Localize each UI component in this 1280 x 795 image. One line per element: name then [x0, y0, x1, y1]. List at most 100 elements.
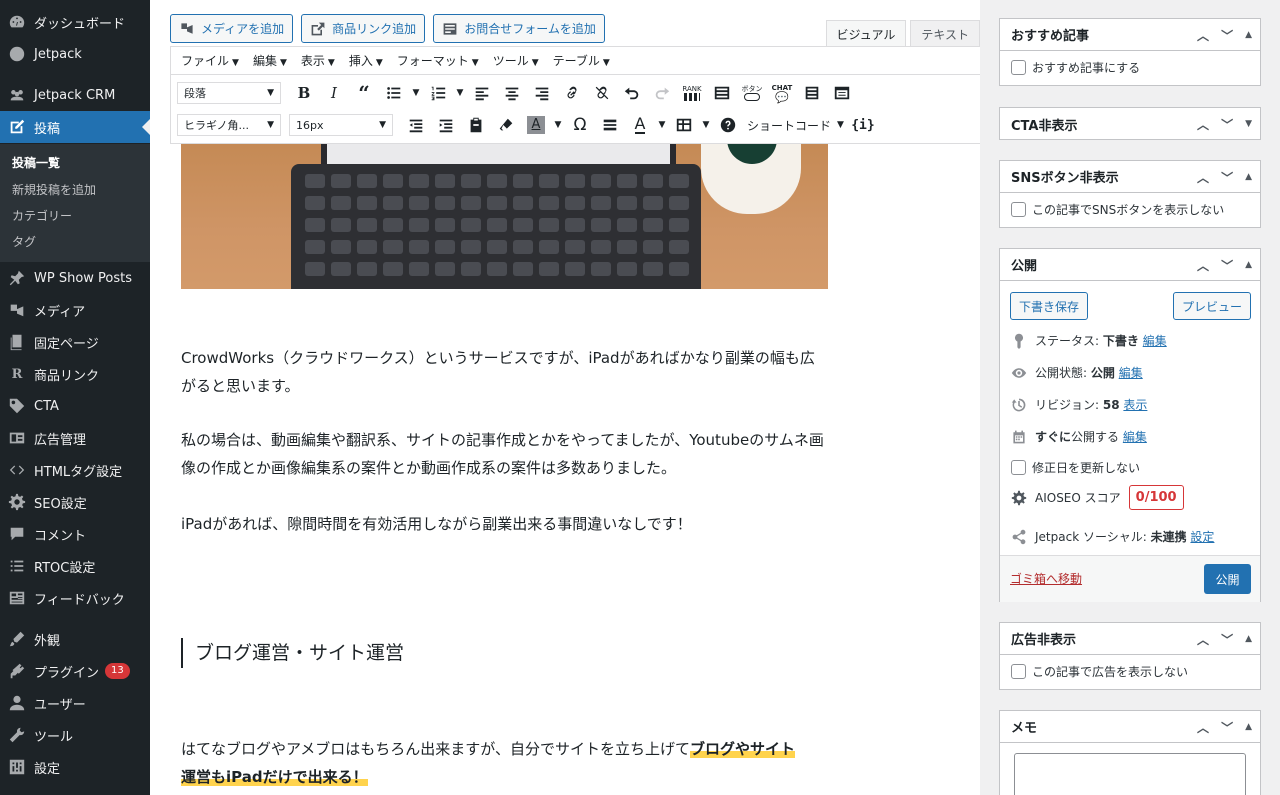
checkbox[interactable] [1011, 202, 1026, 217]
align-left-button[interactable] [467, 80, 497, 106]
publish-box-header[interactable]: 公開 ︿ ﹀ ▲ [1000, 249, 1260, 281]
chevron-up-icon[interactable]: ︿ [1197, 116, 1209, 133]
caret-down-icon[interactable]: ▼ [655, 112, 669, 138]
text-color-button[interactable]: A [625, 112, 655, 138]
menu-insert[interactable]: 挿入 ▼ [349, 52, 383, 69]
rank-button[interactable]: RANK [677, 80, 707, 106]
sidebar-item-ads[interactable]: 広告管理 [0, 422, 150, 454]
toggle-arrow-icon[interactable]: ▲ [1245, 634, 1252, 644]
checkbox[interactable] [1011, 460, 1026, 475]
sns-checkbox[interactable]: この記事でSNSボタンを表示しない [1011, 201, 1249, 218]
memo-box-header[interactable]: メモ ︿ ﹀ ▲ [1000, 711, 1260, 743]
sidebar-item-media[interactable]: メディア [0, 294, 150, 326]
sidebar-item-cta[interactable]: CTA [0, 390, 150, 422]
sidebar-item-appearance[interactable]: 外観 [0, 623, 150, 655]
edit-schedule-link[interactable]: 編集 [1123, 430, 1147, 444]
caret-down-icon[interactable]: ▼ [551, 112, 565, 138]
caret-down-icon[interactable]: ▼ [699, 112, 713, 138]
chevron-down-icon[interactable]: ﹀ [1221, 257, 1233, 274]
menu-table[interactable]: テーブル ▼ [553, 52, 610, 69]
memo-textarea[interactable] [1014, 753, 1246, 795]
menu-file[interactable]: ファイル ▼ [181, 52, 239, 69]
numbered-list-button[interactable] [423, 80, 453, 106]
chevron-up-icon[interactable]: ︿ [1197, 257, 1209, 274]
save-draft-button[interactable]: 下書き保存 [1010, 292, 1088, 320]
table-style-button[interactable] [707, 80, 737, 106]
sidebar-item-tools[interactable]: ツール [0, 719, 150, 751]
preview-button[interactable]: プレビュー [1173, 292, 1251, 320]
menu-edit[interactable]: 編集 ▼ [253, 52, 287, 69]
chevron-up-icon[interactable]: ︿ [1197, 169, 1209, 186]
checkbox[interactable] [1011, 60, 1026, 75]
blockquote-button[interactable]: “ [349, 80, 379, 106]
ads-box-header[interactable]: 広告非表示 ︿ ﹀ ▲ [1000, 623, 1260, 655]
sidebar-item-product-links[interactable]: R 商品リンク [0, 358, 150, 390]
sns-box-header[interactable]: SNSボタン非表示 ︿ ﹀ ▲ [1000, 161, 1260, 193]
align-center-button[interactable] [497, 80, 527, 106]
menu-view[interactable]: 表示 ▼ [301, 52, 335, 69]
clear-format-button[interactable] [491, 112, 521, 138]
hide-ads-checkbox[interactable]: この記事で広告を表示しない [1011, 663, 1249, 680]
italic-button[interactable]: I [319, 80, 349, 106]
insert-table-button[interactable] [669, 112, 699, 138]
toggle-arrow-icon[interactable]: ▲ [1245, 172, 1252, 182]
chat-button[interactable]: CHAT 💬 [767, 80, 797, 106]
cta-box-header[interactable]: CTA非表示 ︿ ﹀ ▼ [1000, 108, 1260, 140]
submenu-all-posts[interactable]: 投稿一覧 [12, 154, 60, 171]
jetpack-settings-link[interactable]: 設定 [1190, 530, 1214, 544]
list-block-button[interactable] [797, 80, 827, 106]
font-size-select[interactable]: 16px ▼ [289, 114, 393, 136]
shortcode-menu[interactable]: ショートコード ▼ [743, 112, 848, 138]
menu-tools[interactable]: ツール ▼ [493, 52, 539, 69]
sidebar-item-wp-show-posts[interactable]: WP Show Posts [0, 262, 150, 294]
chevron-down-icon[interactable]: ﹀ [1221, 631, 1233, 648]
indent-button[interactable] [431, 112, 461, 138]
chevron-down-icon[interactable]: ﹀ [1221, 27, 1233, 44]
toggle-arrow-icon[interactable]: ▼ [1245, 119, 1252, 129]
update-date-checkbox[interactable]: 修正日を更新しない [1011, 459, 1140, 476]
font-family-select[interactable]: ヒラギノ角... ▼ [177, 114, 281, 136]
horizontal-line-button[interactable] [595, 112, 625, 138]
toggle-arrow-icon[interactable]: ▲ [1245, 722, 1252, 732]
button-insert-button[interactable]: ボタン [737, 80, 767, 106]
sidebar-item-posts[interactable]: 投稿 [0, 111, 150, 143]
sidebar-item-rtoc[interactable]: RTOC設定 [0, 550, 150, 582]
chevron-down-icon[interactable]: ﹀ [1221, 116, 1233, 133]
redo-button[interactable] [647, 80, 677, 106]
recommended-box-header[interactable]: おすすめ記事 ︿ ﹀ ▲ [1000, 19, 1260, 51]
sidebar-item-comments[interactable]: コメント [0, 518, 150, 550]
format-select[interactable]: 段落 ▼ [177, 82, 281, 104]
chevron-up-icon[interactable]: ︿ [1197, 719, 1209, 736]
chevron-up-icon[interactable]: ︿ [1197, 27, 1209, 44]
edit-visibility-link[interactable]: 編集 [1119, 366, 1143, 380]
caret-down-icon[interactable]: ▼ [409, 80, 423, 106]
help-button[interactable] [713, 112, 743, 138]
chevron-up-icon[interactable]: ︿ [1197, 631, 1209, 648]
sidebar-item-jetpack-crm[interactable]: Jetpack CRM [0, 79, 150, 111]
tab-visual[interactable]: ビジュアル [825, 20, 907, 47]
aioseo-score-badge[interactable]: 0/100 [1128, 485, 1184, 510]
sidebar-item-pages[interactable]: 固定ページ [0, 326, 150, 358]
sidebar-item-jetpack[interactable]: Jetpack [0, 38, 150, 70]
add-product-link-button[interactable]: 商品リンク追加 [301, 14, 426, 43]
bg-color-button[interactable]: A [521, 112, 551, 138]
align-right-button[interactable] [527, 80, 557, 106]
menu-format[interactable]: フォーマット ▼ [397, 52, 479, 69]
special-char-button[interactable]: Ω [565, 112, 595, 138]
add-contact-form-button[interactable]: お問合せフォームを追加 [433, 14, 605, 43]
toggle-arrow-icon[interactable]: ▲ [1245, 260, 1252, 270]
toggle-arrow-icon[interactable]: ▲ [1245, 30, 1252, 40]
view-revisions-link[interactable]: 表示 [1123, 398, 1147, 412]
recommended-checkbox[interactable]: おすすめ記事にする [1011, 59, 1249, 76]
bullet-list-button[interactable] [379, 80, 409, 106]
publish-button[interactable]: 公開 [1204, 564, 1251, 594]
sidebar-item-plugins[interactable]: プラグイン 13 [0, 655, 150, 687]
box-button[interactable] [827, 80, 857, 106]
submenu-add-new[interactable]: 新規投稿を追加 [12, 181, 96, 198]
submenu-categories[interactable]: カテゴリー [12, 207, 72, 224]
chevron-down-icon[interactable]: ﹀ [1221, 719, 1233, 736]
remove-link-button[interactable] [587, 80, 617, 106]
add-media-button[interactable]: メディアを追加 [170, 14, 294, 43]
insert-link-button[interactable] [557, 80, 587, 106]
caret-down-icon[interactable]: ▼ [453, 80, 467, 106]
